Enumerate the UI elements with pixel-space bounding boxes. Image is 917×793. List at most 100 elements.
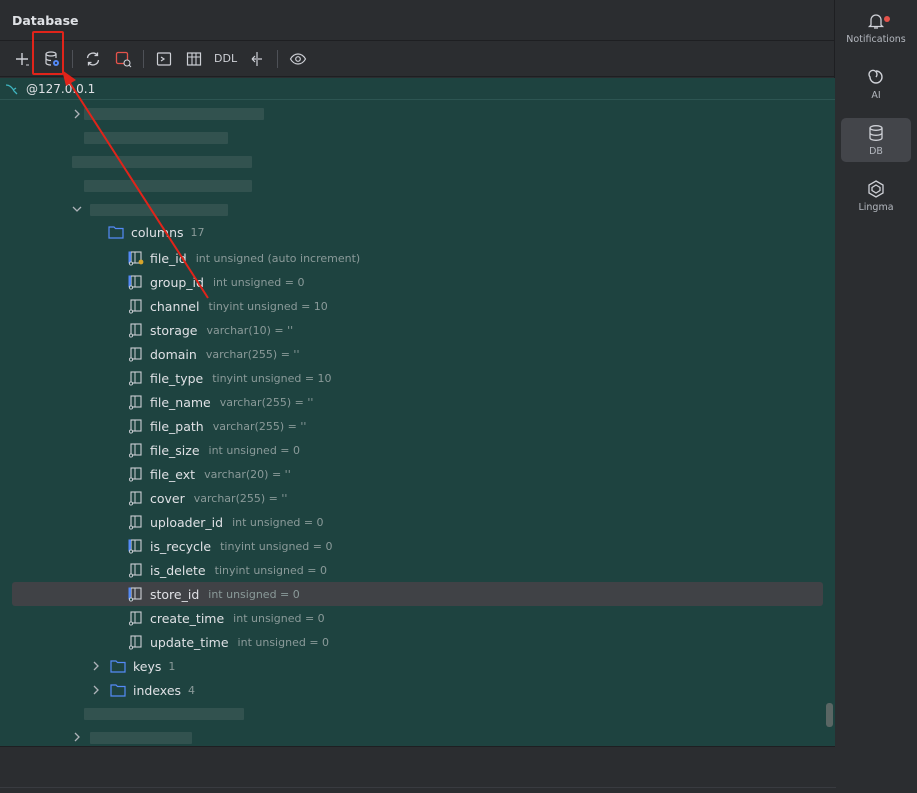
toolbar-divider — [143, 49, 144, 68]
indexed-column-icon — [128, 539, 142, 554]
column-name: uploader_id — [150, 514, 224, 530]
sidebar-item-notifications[interactable]: Notifications — [841, 6, 911, 50]
keys-folder-row[interactable]: keys 1 — [0, 654, 835, 678]
query-console-icon[interactable] — [150, 45, 178, 73]
column-row[interactable]: store_id int unsigned = 0 — [0, 582, 835, 606]
connection-row[interactable]: @127.0.0.1 — [0, 78, 835, 100]
column-name: group_id — [150, 274, 204, 290]
column-icon — [128, 443, 142, 458]
column-type: varchar(20) = '' — [204, 467, 291, 481]
columns-folder-count: 17 — [190, 225, 205, 239]
column-type: tinyint unsigned = 10 — [212, 371, 332, 385]
column-row[interactable]: file_id int unsigned (auto increment) — [0, 246, 835, 270]
column-name: storage — [150, 322, 198, 338]
column-row[interactable]: is_delete tinyint unsigned = 0 — [0, 558, 835, 582]
columns-folder-row[interactable]: columns 17 — [0, 222, 835, 242]
bottom-edge — [0, 787, 917, 793]
column-type: varchar(255) = '' — [219, 395, 314, 409]
column-type: tinyint unsigned = 0 — [214, 563, 327, 577]
column-row[interactable]: update_time int unsigned = 0 — [0, 630, 835, 654]
column-name: file_size — [150, 442, 200, 458]
column-type: tinyint unsigned = 0 — [220, 539, 333, 553]
column-icon — [128, 395, 142, 410]
sidebar-item-ai[interactable]: AI — [841, 62, 911, 106]
column-name: is_delete — [150, 562, 206, 578]
column-row[interactable]: channel tinyint unsigned = 10 — [0, 294, 835, 318]
connection-host: @127.0.0.1 — [26, 81, 96, 96]
column-type: varchar(255) = '' — [193, 491, 288, 505]
column-type: int unsigned = 0 — [237, 635, 330, 649]
column-name: domain — [150, 346, 197, 362]
redacted-block — [84, 132, 228, 144]
redacted-block — [90, 204, 228, 216]
chevron-down-icon[interactable] — [71, 203, 83, 215]
column-icon — [128, 515, 142, 530]
panel-header: Database — [0, 0, 834, 41]
redacted-block — [84, 180, 252, 192]
primary-key-column-icon — [128, 251, 144, 266]
ai-swirl-icon — [868, 69, 883, 84]
keys-folder-label: keys — [133, 658, 162, 674]
column-name: channel — [150, 298, 200, 314]
folder-icon — [110, 684, 126, 697]
indexed-column-icon — [128, 587, 142, 602]
column-row[interactable]: is_recycle tinyint unsigned = 0 — [0, 534, 835, 558]
view-options-icon[interactable] — [284, 45, 312, 73]
column-icon — [128, 371, 142, 386]
details-area — [0, 746, 835, 787]
indexed-column-icon — [128, 275, 142, 290]
database-icon — [869, 125, 883, 141]
sidebar-label-ai: AI — [871, 90, 881, 101]
column-icon — [128, 467, 142, 482]
column-name: store_id — [150, 586, 200, 602]
column-row[interactable]: group_id int unsigned = 0 — [0, 270, 835, 294]
column-row[interactable]: create_time int unsigned = 0 — [0, 606, 835, 630]
column-row[interactable]: file_type tinyint unsigned = 10 — [0, 366, 835, 390]
indexes-folder-row[interactable]: indexes 4 — [0, 678, 835, 702]
column-row[interactable]: storage varchar(10) = '' — [0, 318, 835, 342]
right-tool-sidebar: Notifications AI DB Lingma — [836, 0, 917, 793]
keys-folder-count: 1 — [168, 659, 176, 673]
sidebar-label-notifications: Notifications — [846, 34, 906, 45]
column-row[interactable]: file_ext varchar(20) = '' — [0, 462, 835, 486]
chevron-right-icon[interactable] — [90, 660, 102, 672]
disconnect-icon[interactable] — [109, 45, 137, 73]
column-row[interactable]: file_size int unsigned = 0 — [0, 438, 835, 462]
column-row[interactable]: domain varchar(255) = '' — [0, 342, 835, 366]
column-name: file_ext — [150, 466, 196, 482]
column-type: int unsigned = 0 — [208, 587, 300, 601]
jump-to-icon[interactable] — [243, 45, 271, 73]
folder-icon — [110, 660, 126, 673]
column-icon — [128, 347, 142, 362]
column-row[interactable]: uploader_id int unsigned = 0 — [0, 510, 835, 534]
table-editor-icon[interactable] — [180, 45, 208, 73]
database-toolbar: DDL — [0, 41, 834, 77]
column-type: int unsigned = 0 — [232, 515, 324, 529]
panel-title: Database — [12, 12, 79, 28]
sidebar-item-lingma[interactable]: Lingma — [841, 174, 911, 218]
refresh-icon[interactable] — [79, 45, 107, 73]
column-row[interactable]: file_path varchar(255) = '' — [0, 414, 835, 438]
sidebar-item-db[interactable]: DB — [841, 118, 911, 162]
redacted-block — [84, 108, 264, 120]
data-source-properties-icon[interactable] — [38, 45, 66, 73]
column-name: file_type — [150, 370, 204, 386]
ddl-button[interactable]: DDL — [210, 45, 241, 73]
chevron-right-icon[interactable] — [71, 108, 83, 120]
add-icon[interactable] — [8, 45, 36, 73]
column-row[interactable]: file_name varchar(255) = '' — [0, 390, 835, 414]
column-type: varchar(255) = '' — [212, 419, 307, 433]
column-icon — [128, 635, 142, 650]
notification-dot — [884, 16, 890, 22]
column-row[interactable]: cover varchar(255) = '' — [0, 486, 835, 510]
vertical-scrollbar-thumb[interactable] — [826, 703, 833, 727]
chevron-right-icon[interactable] — [71, 731, 83, 743]
column-name: update_time — [150, 634, 229, 650]
sidebar-label-db: DB — [869, 146, 883, 157]
toolbar-divider — [277, 49, 279, 68]
column-name: file_id — [150, 250, 187, 266]
column-type: varchar(255) = '' — [205, 347, 300, 361]
indexes-folder-label: indexes — [133, 682, 182, 698]
toolbar-divider — [72, 49, 73, 68]
chevron-right-icon[interactable] — [90, 684, 102, 696]
